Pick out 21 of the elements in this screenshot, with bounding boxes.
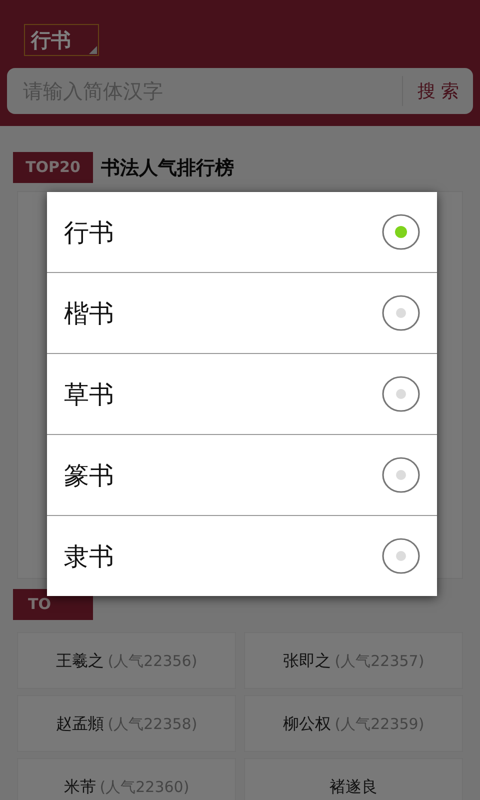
option-label: 隶书: [64, 540, 114, 572]
corner-icon: [89, 46, 97, 54]
style-dropdown[interactable]: 行书: [24, 24, 99, 56]
option-label: 篆书: [64, 460, 114, 492]
search-button[interactable]: 搜 索: [402, 76, 473, 106]
style-option[interactable]: 楷书: [47, 272, 437, 353]
option-label: 草书: [64, 378, 114, 410]
radio-button[interactable]: [382, 457, 420, 493]
radio-button[interactable]: [382, 295, 420, 331]
style-option[interactable]: 行书: [47, 192, 437, 272]
radio-button[interactable]: [382, 376, 420, 412]
radio-button[interactable]: [382, 214, 420, 250]
radio-button[interactable]: [382, 538, 420, 574]
rank-badge: TOP20: [13, 152, 93, 183]
style-option[interactable]: 隶书: [47, 515, 437, 596]
style-option[interactable]: 草书: [47, 353, 437, 434]
option-label: 行书: [64, 216, 114, 248]
style-option[interactable]: 篆书: [47, 434, 437, 515]
calligrapher-item[interactable]: 褚遂良: [244, 758, 463, 800]
option-label: 楷书: [64, 298, 114, 330]
section-title: 书法人气排行榜: [101, 156, 234, 180]
